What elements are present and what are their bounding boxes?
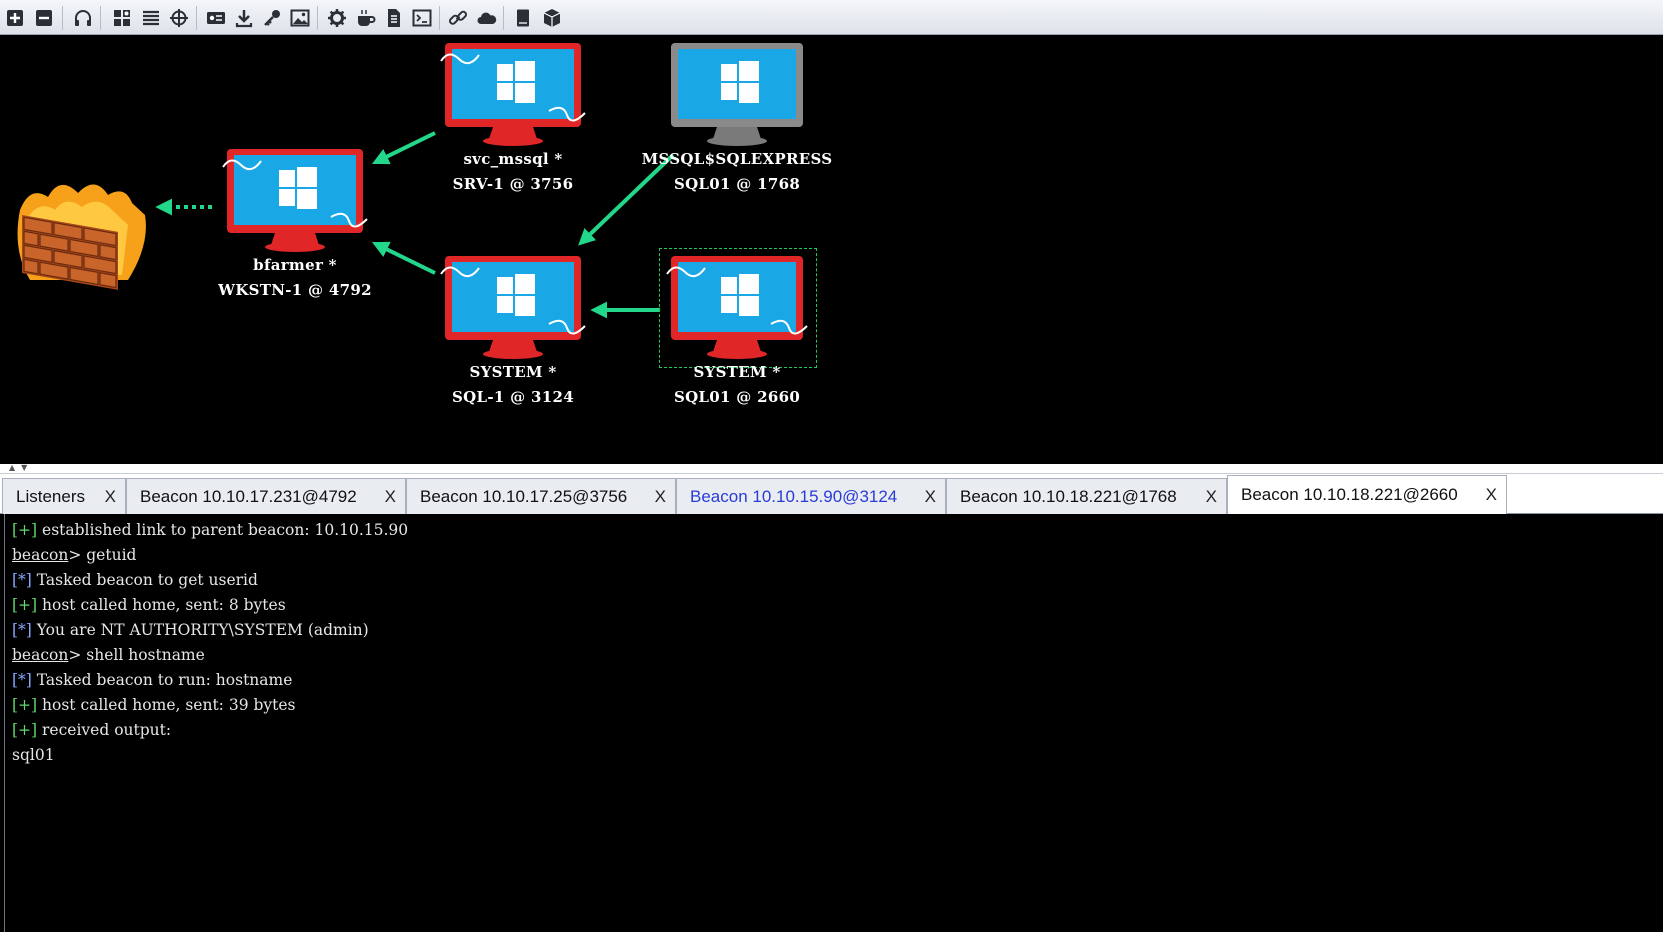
- terminal-icon[interactable]: [410, 6, 434, 30]
- console-line: [*] Tasked beacon to run: hostname: [12, 668, 1663, 693]
- link-icon[interactable]: [446, 6, 470, 30]
- tab-bar: Listeners X Beacon 10.10.17.231@4792 X B…: [0, 474, 1663, 514]
- card-icon[interactable]: [204, 6, 228, 30]
- console-line: beacon> shell hostname: [12, 643, 1663, 668]
- tab-label: Beacon 10.10.17.25@3756: [420, 486, 628, 506]
- beacon-node-sql01-1768[interactable]: MSSQL$SQLEXPRESS SQL01 @ 1768: [622, 41, 852, 197]
- status-tag: [+]: [12, 596, 38, 614]
- tab-close-button[interactable]: X: [105, 479, 116, 514]
- minus-icon[interactable]: [32, 6, 56, 30]
- node-user-label: svc_mssql *: [463, 150, 563, 168]
- beacon-node-srv1[interactable]: svc_mssql * SRV-1 @ 3756: [398, 41, 628, 197]
- download-icon[interactable]: [232, 6, 256, 30]
- tab-beacon-3756[interactable]: Beacon 10.10.17.25@3756 X: [406, 478, 676, 514]
- status-tag: [*]: [12, 621, 32, 639]
- monitor-icon: [666, 256, 808, 359]
- node-user-label: SYSTEM *: [693, 363, 781, 381]
- console-line: [+] host called home, sent: 8 bytes: [12, 593, 1663, 618]
- console-line: sql01: [12, 743, 1663, 768]
- status-tag: [*]: [12, 671, 32, 689]
- node-user-label: SYSTEM *: [469, 363, 557, 381]
- console-text: Tasked beacon to get userid: [31, 571, 258, 589]
- console-text: > shell hostname: [68, 646, 205, 664]
- graph-view-icon[interactable]: [110, 6, 134, 30]
- image-icon[interactable]: [288, 6, 312, 30]
- firewall-icon[interactable]: [17, 184, 146, 290]
- tab-label: Beacon 10.10.18.221@1768: [960, 486, 1177, 506]
- book-icon[interactable]: [511, 6, 535, 30]
- tab-beacon-2660[interactable]: Beacon 10.10.18.221@2660 X: [1227, 475, 1507, 514]
- tab-beacon-3124[interactable]: Beacon 10.10.15.90@3124 X: [676, 478, 946, 514]
- toolbar: [0, 0, 1663, 35]
- beacon-prompt: beacon: [12, 646, 69, 664]
- beacon-node-wkstn1[interactable]: bfarmer * WKSTN-1 @ 4792: [180, 147, 410, 303]
- cube-icon[interactable]: [540, 6, 564, 30]
- tab-listeners[interactable]: Listeners X: [2, 478, 126, 514]
- console-text: host called home, sent: 8 bytes: [37, 596, 286, 614]
- tab-beacon-1768[interactable]: Beacon 10.10.18.221@1768 X: [946, 478, 1227, 514]
- console-line: beacon> getuid: [12, 543, 1663, 568]
- splitter-arrows-icon[interactable]: ▲▼: [9, 463, 33, 472]
- document-icon[interactable]: [382, 6, 406, 30]
- tab-label: Beacon 10.10.17.231@4792: [140, 486, 357, 506]
- cloud-icon[interactable]: [475, 6, 499, 30]
- key-icon[interactable]: [260, 6, 284, 30]
- beacon-console[interactable]: [+] established link to parent beacon: 1…: [4, 514, 1663, 932]
- console-line: [+] received output:: [12, 718, 1663, 743]
- tab-beacon-4792[interactable]: Beacon 10.10.17.231@4792 X: [126, 478, 406, 514]
- beacon-node-sql1[interactable]: SYSTEM * SQL-1 @ 3124: [398, 254, 628, 410]
- node-user-label: MSSQL$SQLEXPRESS: [641, 150, 833, 168]
- console-line: [*] Tasked beacon to get userid: [12, 568, 1663, 593]
- beacon-node-sql01-2660[interactable]: SYSTEM * SQL01 @ 2660: [622, 254, 852, 410]
- tab-label: Beacon 10.10.18.221@2660: [1241, 485, 1458, 504]
- gear-icon[interactable]: [325, 6, 349, 30]
- console-text: You are NT AUTHORITY\SYSTEM (admin): [31, 621, 369, 639]
- monitor-icon: [671, 43, 803, 146]
- node-user-label: bfarmer *: [253, 256, 337, 274]
- monitor-icon: [440, 256, 586, 359]
- console-text: established link to parent beacon: 10.10…: [37, 521, 409, 539]
- console-line: [+] host called home, sent: 39 bytes: [12, 693, 1663, 718]
- console-text: host called home, sent: 39 bytes: [37, 696, 296, 714]
- console-text: > getuid: [68, 546, 137, 564]
- status-tag: [+]: [12, 696, 38, 714]
- node-host-label: WKSTN-1 @ 4792: [218, 281, 372, 299]
- tab-label: Beacon 10.10.15.90@3124: [690, 486, 898, 506]
- node-host-label: SQL01 @ 1768: [673, 175, 801, 193]
- list-view-icon[interactable]: [139, 6, 163, 30]
- target-icon[interactable]: [167, 6, 191, 30]
- status-tag: [+]: [12, 721, 38, 739]
- node-host-label: SQL01 @ 2660: [673, 388, 801, 406]
- tab-close-button[interactable]: X: [655, 479, 666, 514]
- console-text: received output:: [37, 721, 172, 739]
- beacon-prompt: beacon: [12, 546, 69, 564]
- status-tag: [*]: [12, 571, 32, 589]
- tab-close-button[interactable]: X: [925, 479, 936, 514]
- console-text: sql01: [12, 746, 55, 764]
- console-line: [+] established link to parent beacon: 1…: [12, 518, 1663, 543]
- tab-label: Listeners: [16, 486, 85, 506]
- console-text: Tasked beacon to run: hostname: [31, 671, 293, 689]
- headphones-icon[interactable]: [71, 6, 95, 30]
- tab-close-button[interactable]: X: [1206, 479, 1217, 514]
- node-host-label: SQL-1 @ 3124: [452, 388, 574, 406]
- tab-close-button[interactable]: X: [1486, 476, 1497, 514]
- node-host-label: SRV-1 @ 3756: [452, 175, 574, 193]
- pivot-graph[interactable]: bfarmer * WKSTN-1 @ 4792 svc_mssql * SRV…: [0, 35, 1663, 464]
- monitor-icon: [440, 43, 586, 146]
- tab-close-button[interactable]: X: [385, 479, 396, 514]
- pane-splitter[interactable]: ▲▼: [0, 463, 1663, 474]
- console-line: [*] You are NT AUTHORITY\SYSTEM (admin): [12, 618, 1663, 643]
- coffee-icon[interactable]: [354, 6, 378, 30]
- plus-icon[interactable]: [3, 6, 27, 30]
- status-tag: [+]: [12, 521, 38, 539]
- monitor-icon: [222, 149, 368, 252]
